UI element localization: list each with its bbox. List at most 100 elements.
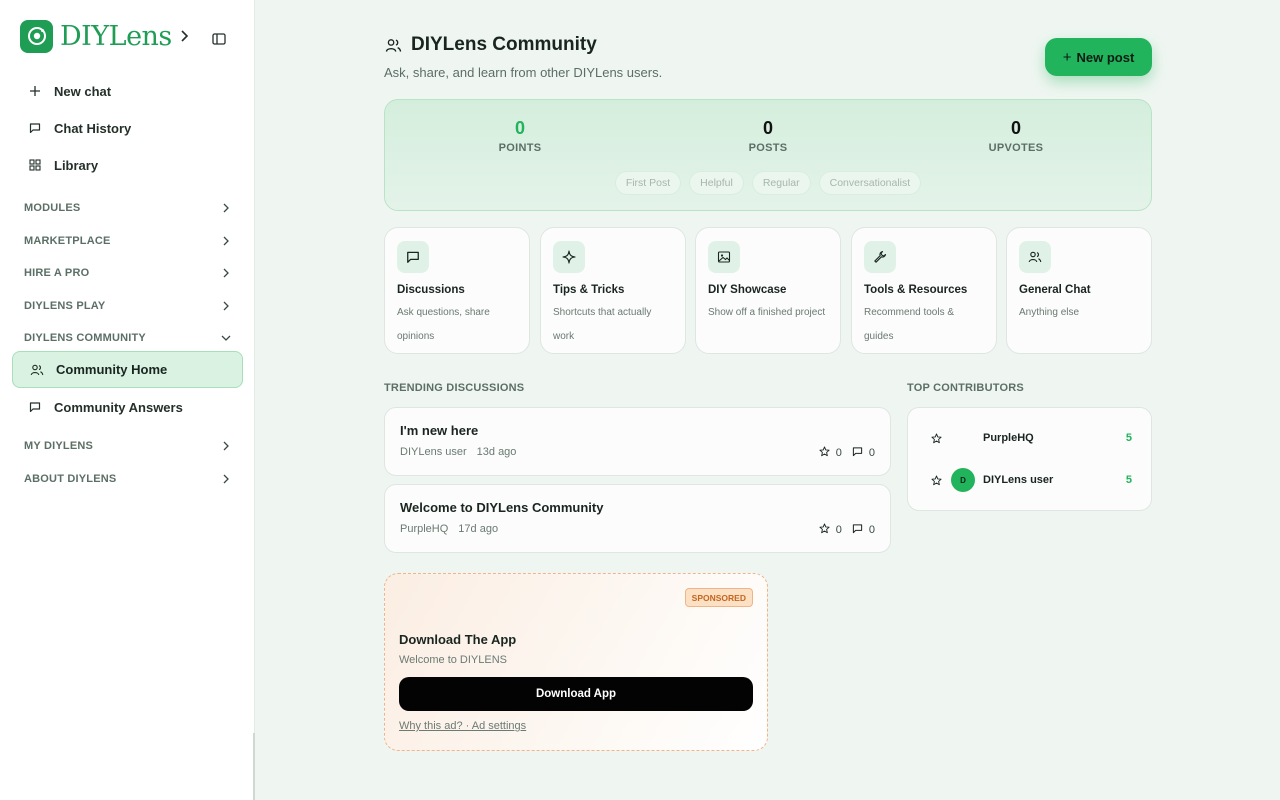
ad-settings-link[interactable]: Why this ad? · Ad settings: [399, 720, 526, 732]
plus-icon: [28, 84, 42, 98]
stat-points: 0 POINTS: [460, 118, 580, 154]
trending-heading: TRENDING DISCUSSIONS: [384, 382, 525, 394]
users-icon: [1019, 241, 1051, 273]
category-desc: Anything else: [1019, 307, 1080, 318]
chat-bubble-icon: [397, 241, 429, 273]
stat-value: 0: [762, 118, 773, 138]
discussion-author: DIYLens user: [400, 446, 467, 458]
wrench-icon: [864, 241, 896, 273]
star-icon[interactable]: [819, 523, 830, 537]
page-title: DIYLens Community: [385, 34, 597, 56]
chevron-right-icon[interactable]: [180, 29, 190, 43]
chat-history-label: Chat History: [54, 120, 132, 136]
sidebar-item-community-answers[interactable]: Community Answers: [28, 396, 183, 418]
discussion-meta: PurpleHQ 17d ago: [400, 523, 498, 535]
contributor-row[interactable]: D DIYLens user 5: [931, 468, 1132, 492]
comment-icon: [852, 523, 863, 537]
new-post-label: New post: [1076, 49, 1135, 65]
sidebar-item-community-home[interactable]: Community Home: [12, 351, 243, 388]
contributors-heading: TOP CONTRIBUTORS: [907, 382, 1024, 394]
stat-value: 0: [1010, 118, 1021, 138]
grid-icon: [28, 158, 42, 172]
badge-regular: Regular: [751, 171, 811, 195]
users-icon: [30, 363, 44, 377]
category-diy-showcase[interactable]: DIY Showcase Show off a finished project: [695, 227, 841, 354]
category-desc: Show off a finished project: [708, 307, 826, 318]
chevron-right-icon: [220, 300, 232, 312]
category-discussions[interactable]: Discussions Ask questions, share opinion…: [384, 227, 530, 354]
sponsored-card: SPONSORED Download The App Welcome to DI…: [384, 573, 768, 751]
stat-label: POINTS: [498, 142, 542, 154]
section-diylens-play[interactable]: DIYLENS PLAY: [24, 297, 232, 315]
category-tips-tricks[interactable]: Tips & Tricks Shortcuts that actually wo…: [540, 227, 686, 354]
library-label: Library: [54, 157, 99, 173]
sidebar-toggle-icon[interactable]: [211, 31, 227, 47]
brand[interactable]: DIYLens: [20, 19, 190, 53]
download-app-button[interactable]: Download App: [399, 677, 753, 711]
plus-icon: +: [1062, 48, 1072, 66]
category-title: Discussions: [397, 284, 465, 296]
avatar: [951, 426, 975, 450]
discussion-meta: DIYLens user 13d ago: [400, 446, 516, 458]
section-label: ABOUT DIYLENS: [24, 473, 117, 485]
library-link[interactable]: Library: [28, 154, 98, 176]
category-title: Tools & Resources: [864, 284, 968, 296]
section-label: HIRE A PRO: [24, 267, 90, 279]
badge-first-post: First Post: [614, 171, 682, 195]
sidebar-item-label: Community Home: [56, 362, 168, 377]
sparkle-icon: [553, 241, 585, 273]
category-tools-resources[interactable]: Tools & Resources Recommend tools & guid…: [851, 227, 997, 354]
comment-icon: [852, 446, 863, 460]
section-my-diylens[interactable]: MY DIYLENS: [24, 437, 232, 455]
section-modules[interactable]: MODULES: [24, 199, 232, 217]
sidebar: DIYLens New chat Chat History Library MO…: [0, 0, 255, 800]
chat-bubble-icon: [28, 121, 42, 135]
category-title: DIY Showcase: [708, 284, 787, 296]
discussion-counts: 0 0: [819, 523, 875, 537]
contributors-panel: PurpleHQ 5 D DIYLens user 5: [907, 407, 1152, 511]
category-title: General Chat: [1019, 284, 1091, 296]
comment-count: 0: [868, 447, 875, 459]
section-label: MARKETPLACE: [24, 235, 111, 247]
contributor-row[interactable]: PurpleHQ 5: [931, 426, 1132, 450]
discussion-counts: 0 0: [819, 446, 875, 460]
comment-count: 0: [868, 524, 875, 536]
chat-history-link[interactable]: Chat History: [28, 117, 131, 139]
stat-label: UPVOTES: [988, 142, 1044, 154]
discussion-author: PurpleHQ: [400, 523, 449, 535]
chevron-right-icon: [220, 473, 232, 485]
section-hire-a-pro[interactable]: HIRE A PRO: [24, 264, 232, 282]
new-post-button[interactable]: + New post: [1045, 38, 1152, 76]
discussion-time: 17d ago: [458, 523, 499, 535]
star-icon[interactable]: [819, 446, 830, 460]
chevron-down-icon: [220, 332, 232, 344]
stat-upvotes: 0 UPVOTES: [956, 118, 1076, 154]
category-general-chat[interactable]: General Chat Anything else: [1006, 227, 1152, 354]
page-subtitle: Ask, share, and learn from other DIYLens…: [384, 65, 663, 80]
discussion-card[interactable]: I'm new here DIYLens user 13d ago 0 0: [384, 407, 891, 476]
sidebar-item-label: Community Answers: [54, 399, 183, 415]
section-diylens-community[interactable]: DIYLENS COMMUNITY: [24, 329, 232, 347]
star-icon: [931, 474, 943, 486]
users-icon: [385, 36, 403, 54]
contributor-points: 5: [1125, 474, 1132, 486]
badge-conversationalist: Conversationalist: [818, 171, 922, 195]
ad-title: Download The App: [399, 632, 517, 647]
chevron-right-icon: [220, 267, 232, 279]
ad-subtitle: Welcome to DIYLENS: [399, 654, 508, 666]
avatar: D: [951, 468, 975, 492]
new-chat-label: New chat: [54, 83, 112, 99]
new-chat-button[interactable]: New chat: [28, 80, 111, 102]
section-marketplace[interactable]: MARKETPLACE: [24, 232, 232, 250]
category-desc: Recommend tools & guides: [864, 307, 955, 342]
discussion-title: Welcome to DIYLens Community: [400, 500, 604, 515]
category-title: Tips & Tricks: [553, 284, 625, 296]
section-label: MY DIYLENS: [24, 440, 94, 452]
section-about-diylens[interactable]: ABOUT DIYLENS: [24, 470, 232, 488]
stat-posts: 0 POSTS: [708, 118, 828, 154]
sidebar-scrollbar[interactable]: [253, 733, 255, 800]
chevron-right-icon: [220, 202, 232, 214]
category-desc: Ask questions, share opinions: [397, 307, 490, 342]
discussion-card[interactable]: Welcome to DIYLens Community PurpleHQ 17…: [384, 484, 891, 553]
category-desc: Shortcuts that actually work: [553, 307, 652, 342]
